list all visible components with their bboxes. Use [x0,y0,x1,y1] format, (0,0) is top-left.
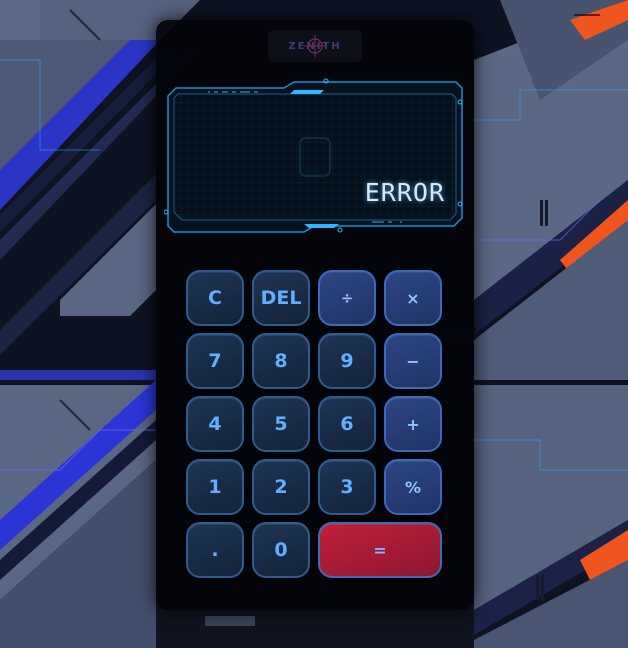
digit-6-button[interactable]: 6 [318,396,376,452]
equals-button[interactable]: = [318,522,442,578]
digit-0-button[interactable]: 0 [252,522,310,578]
digit-8-button[interactable]: 8 [252,333,310,389]
display-value: ERROR [364,178,445,207]
multiply-button[interactable]: × [384,270,442,326]
delete-button[interactable]: DEL [252,270,310,326]
decimal-button[interactable]: . [186,522,244,578]
logo-emblem-icon [304,35,326,57]
digit-7-button[interactable]: 7 [186,333,244,389]
display-screen [164,78,463,233]
digit-4-button[interactable]: 4 [186,396,244,452]
digit-3-button[interactable]: 3 [318,459,376,515]
digit-9-button[interactable]: 9 [318,333,376,389]
minus-button[interactable]: − [384,333,442,389]
divide-button[interactable]: ÷ [318,270,376,326]
clear-button[interactable]: C [186,270,244,326]
plus-button[interactable]: + [384,396,442,452]
percent-button[interactable]: % [384,459,442,515]
digit-2-button[interactable]: 2 [252,459,310,515]
brand-logo: ZENITH [268,30,362,62]
digit-1-button[interactable]: 1 [186,459,244,515]
digit-5-button[interactable]: 5 [252,396,310,452]
